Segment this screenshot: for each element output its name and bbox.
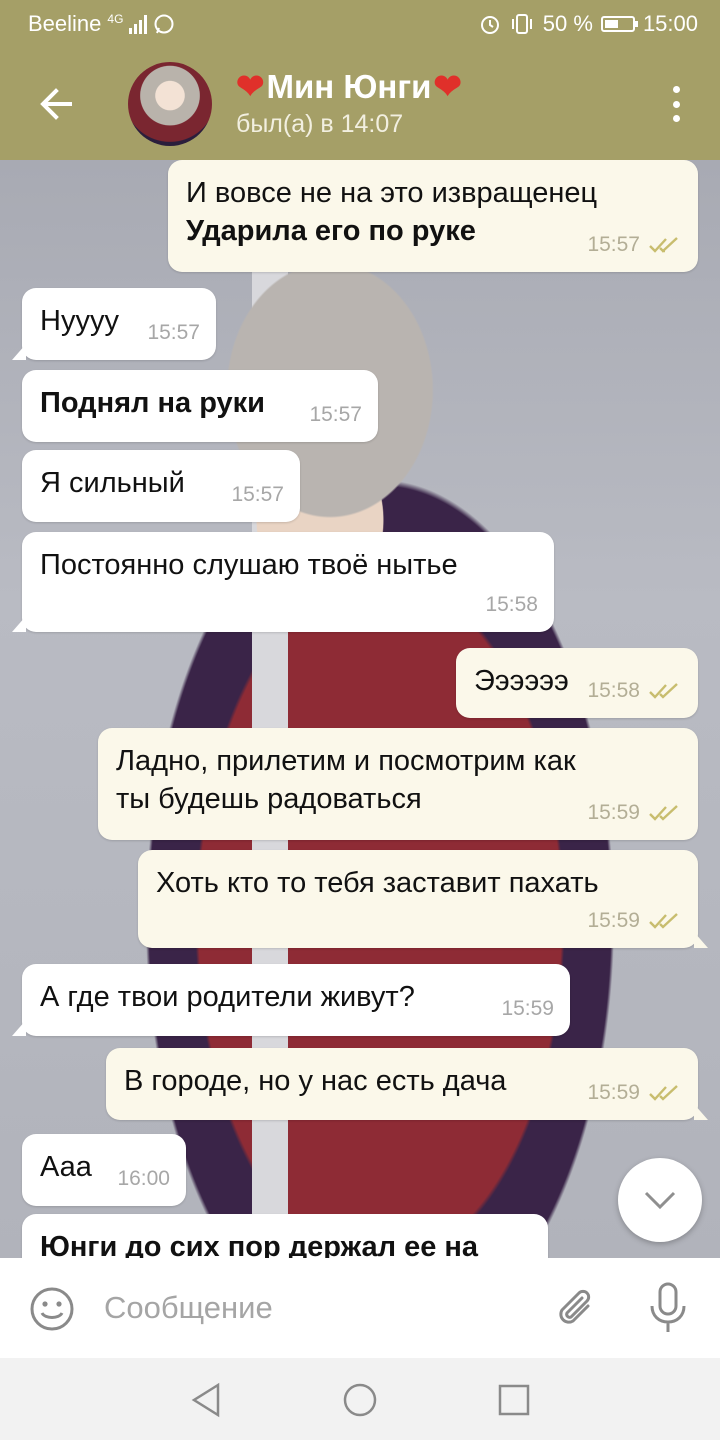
message-bubble[interactable]: Ээээээ 15:58 — [456, 648, 698, 718]
paperclip-icon[interactable] — [552, 1284, 600, 1332]
alarm-icon — [480, 16, 499, 34]
composer — [0, 1258, 720, 1358]
home-circle-icon[interactable] — [340, 1380, 380, 1420]
message-text: А где твои родители живут? — [40, 981, 415, 1013]
message-meta: 15:57 — [147, 314, 200, 352]
status-bar: Beeline 4G 50 % 15:00 — [0, 0, 720, 48]
battery-percent: 50 % — [542, 11, 593, 36]
heart-icon: ❤ — [433, 68, 462, 106]
message-time: 15:59 — [587, 801, 640, 824]
message-bubble[interactable]: Поднял на руки 15:57 — [22, 370, 378, 442]
microphone-icon[interactable] — [646, 1282, 690, 1334]
last-seen-status: был(а) в 14:07 — [236, 110, 404, 138]
message-time: 15:57 — [587, 233, 640, 256]
read-ticks-icon — [649, 237, 678, 253]
battery-icon — [600, 16, 638, 32]
carrier-label: Beeline — [28, 11, 102, 36]
scroll-down-button[interactable] — [618, 1158, 702, 1242]
whatsapp-icon — [154, 14, 174, 34]
message-input[interactable] — [104, 1282, 524, 1334]
message-bubble[interactable]: А где твои родители живут? 15:59 — [12, 964, 570, 1036]
message-meta: 15:57 — [309, 396, 362, 434]
message-bubble[interactable]: Нуууу 15:57 — [12, 288, 216, 360]
message-bubble[interactable]: И вовсе не на это извращенец Ударила его… — [168, 160, 698, 272]
network-type: 4G — [107, 12, 124, 26]
recents-square-icon[interactable] — [494, 1380, 534, 1420]
message-meta: 15:58 — [485, 586, 538, 624]
vibrate-icon — [511, 14, 532, 34]
message-bubble[interactable]: Я сильный 15:57 — [22, 450, 300, 522]
avatar[interactable] — [128, 62, 212, 146]
back-triangle-icon[interactable] — [186, 1380, 226, 1420]
message-text: Хоть кто то тебя заставит пахать — [156, 867, 599, 899]
smile-icon[interactable] — [28, 1285, 76, 1333]
message-bubble[interactable]: В городе, но у нас есть дача 15:59 — [106, 1048, 708, 1120]
message-bubble[interactable]: Постоянно слушаю твоё нытье 15:58 — [12, 532, 554, 632]
chat-title[interactable]: ❤ Мин Юнги ❤ — [236, 68, 462, 106]
message-time: 15:59 — [587, 1081, 640, 1104]
message-bubble[interactable]: Ладно, прилетим и посмотрим как ты будеш… — [98, 728, 698, 840]
message-time: 15:58 — [485, 593, 538, 616]
message-bubble[interactable]: Ааа 16:00 — [22, 1134, 186, 1206]
message-time: 15:57 — [231, 483, 284, 506]
chevron-down-icon — [644, 1191, 676, 1210]
message-meta: 16:00 — [117, 1160, 170, 1198]
message-text: И вовсе не на это извращенец — [186, 177, 598, 209]
back-arrow-icon[interactable] — [30, 78, 82, 130]
read-ticks-icon — [649, 805, 678, 821]
more-vertical-icon[interactable] — [670, 86, 682, 122]
message-time: 15:59 — [587, 909, 640, 932]
message-meta: 15:59 — [587, 794, 682, 832]
message-time: 15:58 — [587, 679, 640, 702]
message-meta: 15:57 — [231, 476, 284, 514]
system-nav-bar — [0, 1358, 720, 1440]
read-ticks-icon — [649, 1085, 678, 1101]
message-meta: 15:57 — [587, 226, 682, 264]
contact-name: Мин Юнги — [266, 68, 432, 105]
clock: 15:00 — [642, 11, 698, 36]
read-ticks-icon — [649, 913, 678, 929]
read-ticks-icon — [649, 683, 678, 699]
signal-icon — [129, 14, 148, 34]
message-bubble[interactable]: Юнги до сих пор держал ее на — [22, 1214, 548, 1258]
message-time: 15:57 — [309, 403, 362, 426]
message-time: 16:00 — [117, 1167, 170, 1190]
message-bubble[interactable]: Хоть кто то тебя заставит пахать 15:59 — [138, 850, 708, 948]
message-meta: 15:59 — [587, 902, 682, 940]
message-time: 15:59 — [501, 997, 554, 1020]
message-time: 15:57 — [147, 321, 200, 344]
message-text-bold: Юнги до сих пор держал ее на — [40, 1231, 479, 1258]
message-text: Постоянно слушаю твоё нытье — [40, 549, 458, 581]
chat-header: ❤ Мин Юнги ❤ был(а) в 14:07 — [0, 48, 720, 160]
message-meta: 15:59 — [501, 990, 554, 1028]
message-meta: 15:58 — [587, 672, 682, 710]
message-meta: 15:59 — [587, 1074, 682, 1112]
message-list[interactable]: И вовсе не на это извращенец Ударила его… — [0, 160, 720, 1258]
heart-icon: ❤ — [236, 68, 265, 106]
